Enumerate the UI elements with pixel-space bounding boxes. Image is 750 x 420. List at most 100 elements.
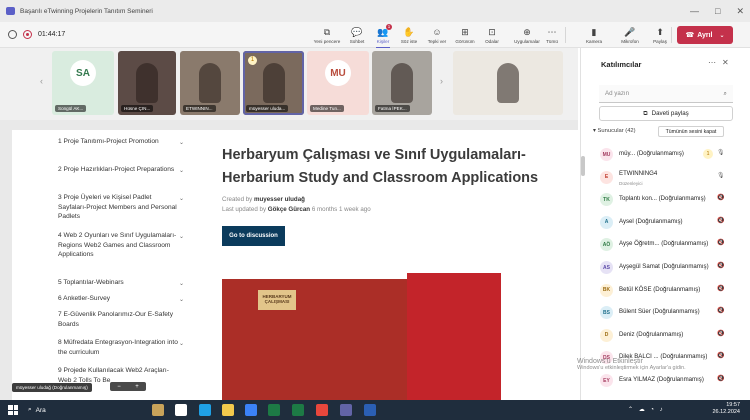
volume-icon[interactable]: ♪ <box>660 407 665 413</box>
presenters-section-header[interactable]: ▾ Sunucular (42) <box>593 128 636 134</box>
toc-item[interactable]: 1 Proje Tanıtımı-Project Promotion ⌄ <box>58 137 184 147</box>
participant-row[interactable]: TK Toplantı kon... (Doğrulanmamış) 🔇 <box>581 189 750 209</box>
apps-button[interactable]: ⊕ Uygulamalar <box>511 22 543 48</box>
zoom-controls[interactable]: − + <box>110 382 146 391</box>
view-button[interactable]: ⊞ Görünüm <box>453 22 477 48</box>
close-icon[interactable]: ✕ <box>722 58 729 67</box>
minimize-button[interactable]: — <box>690 6 699 16</box>
people-button[interactable]: 👥 Kişiler 1 <box>373 22 393 48</box>
excel2-icon[interactable] <box>292 404 304 416</box>
maximize-button[interactable]: □ <box>715 6 720 16</box>
participant-row[interactable]: BS Bülent Süer (Doğrulanmamış) 🔇 <box>581 302 750 322</box>
rooms-button[interactable]: ⊡ Odalar <box>481 22 503 48</box>
participant-row[interactable]: D Deniz (Doğrulanmamış) 🔇 <box>581 325 750 345</box>
react-button[interactable]: ☺ Tepki ver <box>425 22 449 48</box>
leave-button[interactable]: ☎ Ayrıl ⌄ <box>677 26 733 44</box>
chevron-right-icon[interactable]: › <box>440 76 443 86</box>
chevron-down-icon[interactable]: ⌄ <box>179 167 184 177</box>
toc-item[interactable]: 6 Anketler-Survey ⌄ <box>58 294 184 304</box>
avatar: BS <box>600 306 613 320</box>
recording-icon <box>23 30 32 39</box>
react-icon: ☺ <box>432 26 442 37</box>
raise-hand-button[interactable]: ✋ Söz iste <box>398 22 420 48</box>
participant-name: ETWINNING4 <box>619 169 658 177</box>
more-button[interactable]: ⋯ Tümü <box>544 22 560 48</box>
chevron-down-icon[interactable]: ⌄ <box>179 233 184 243</box>
share-button[interactable]: ⬆ Paylaş <box>650 22 670 48</box>
mute-all-button[interactable]: Tümünün sesini kapat <box>658 126 724 137</box>
toc-item[interactable]: 2 Proje Hazırlıkları-Project Preparation… <box>58 165 184 175</box>
toolbar-separator <box>565 27 566 43</box>
participant-video-tile[interactable]: 1 müyesser uluda... <box>243 51 304 115</box>
toc-item[interactable]: 7 E-Güvenlik Panolarımız-Our E-Safety Bo… <box>58 310 178 329</box>
word-icon[interactable] <box>364 404 376 416</box>
cloud-icon[interactable]: ☁ <box>639 407 647 413</box>
toc-item[interactable]: 4 Web 2 Oyunları ve Sınıf Uygulamaları-R… <box>58 231 184 260</box>
section-label: Sunucular (42) <box>597 128 636 134</box>
more-options-icon[interactable]: ⋯ <box>708 58 716 67</box>
go-to-discussion-button[interactable]: Go to discussion <box>222 226 285 246</box>
view-icon: ⊞ <box>461 26 469 37</box>
article-title-en: Herbarium Study and Classroom Applicatio… <box>222 170 539 186</box>
task-view-icon[interactable] <box>175 404 187 416</box>
camera-button[interactable]: ▮ Kamera <box>583 22 605 48</box>
participant-row[interactable]: E ETWINNING4 Düzenleyici 🎙 <box>581 167 750 187</box>
participant-video-tile[interactable]: Hüsne ÇIN... <box>118 51 176 115</box>
chevron-up-icon[interactable]: ⌃ <box>628 407 635 413</box>
zoom-out-icon[interactable]: − <box>117 384 121 390</box>
explorer-icon[interactable] <box>222 404 234 416</box>
toc-item[interactable]: 3 Proje Üyeleri ve Kişisel Padlet Sayfal… <box>58 193 184 222</box>
chat-button[interactable]: 💬 Sohbet <box>345 22 369 48</box>
mic-button[interactable]: 🎤 Mikrofon <box>618 22 642 48</box>
chevron-down-icon[interactable]: ⌄ <box>179 195 184 205</box>
news-widget-icon[interactable] <box>152 404 164 416</box>
chevron-down-icon[interactable]: ⌄ <box>179 280 184 290</box>
participant-row[interactable]: AS Ayşegül Samat (Doğrulanmamış) 🔇 <box>581 257 750 277</box>
participant-name: Toplantı kon... (Doğrulanmamış) <box>619 195 706 203</box>
store-icon[interactable] <box>245 404 257 416</box>
participant-video-tile[interactable]: SA Songül AK... <box>52 51 114 115</box>
participant-search-input[interactable]: Ad yazın ⌕ <box>599 85 733 103</box>
share-invite-button[interactable]: ⧉ Daveti paylaş <box>599 106 733 121</box>
chevron-down-icon[interactable]: ⌄ <box>179 139 184 149</box>
taskbar-search[interactable]: ⌕ Ara <box>28 403 108 417</box>
chevron-down-icon[interactable]: ⌄ <box>179 296 184 306</box>
toolbar-button-label: Uygulamalar <box>514 38 540 44</box>
participant-video-tile[interactable]: ETWINNIN... <box>180 51 240 115</box>
created-author[interactable]: muyesser uludağ <box>254 196 305 203</box>
excel-icon[interactable] <box>268 404 280 416</box>
chevron-left-icon[interactable]: ‹ <box>40 76 43 86</box>
toc-item[interactable]: 5 Toplantılar-Webinars ⌄ <box>58 278 184 288</box>
participant-row[interactable]: BK Betül KÖSE (Doğrulanmamış) 🔇 <box>581 280 750 300</box>
chrome-icon[interactable] <box>316 404 328 416</box>
clock[interactable]: 19:57 26.12.2024 <box>712 402 740 416</box>
system-tray[interactable]: ⌃ ☁ ◔ ♪ <box>628 406 665 413</box>
close-window-button[interactable]: ✕ <box>736 6 744 17</box>
participant-name: Medine Tun... <box>310 105 344 112</box>
avatar: MU <box>325 60 351 86</box>
toolbar-button-label: Görünüm <box>455 38 475 44</box>
edge-icon[interactable] <box>199 404 211 416</box>
participant-row[interactable]: AÖ Ayşe Öğretm... (Doğrulanmamış) 🔇 <box>581 234 750 254</box>
chevron-down-icon[interactable]: ⌄ <box>720 32 725 39</box>
shared-document: 1 Proje Tanıtımı-Project Promotion ⌄ 2 Pro… <box>12 130 578 400</box>
participant-video-tile[interactable]: Fatma İPEK... <box>372 51 432 115</box>
new-window-button[interactable]: ⧉ Yeni pencere <box>312 22 342 48</box>
participant-video-tile[interactable] <box>453 51 563 115</box>
toc-item[interactable]: 8 Müfredata Entegrasyon-Integration into… <box>58 338 184 357</box>
windows-start-icon[interactable] <box>8 405 18 415</box>
participant-row[interactable]: EY Esra YILMAZ (Doğrulanmamış) 🔇 <box>581 370 750 390</box>
window-controls: — □ ✕ <box>690 0 744 22</box>
wifi-icon[interactable]: ◔ <box>650 407 656 413</box>
chevron-down-icon[interactable]: ⌄ <box>179 340 184 350</box>
participant-row[interactable]: MU müy... (Doğrulanmamış) 1 🎙 <box>581 144 750 164</box>
presenter-name-tag: müyesser uludağ (Doğrulanmamış) <box>12 383 92 392</box>
zoom-in-icon[interactable]: + <box>135 384 139 390</box>
search-icon: ⌕ <box>28 406 32 413</box>
teams-icon[interactable] <box>340 404 352 416</box>
shared-screen: 1 Proje Tanıtımı-Project Promotion ⌄ 2 Pro… <box>0 120 578 400</box>
participant-video-tile[interactable]: MU Medine Tun... <box>307 51 369 115</box>
updated-author[interactable]: Gökçe Gürcan <box>268 206 310 213</box>
toc-item-label: 1 Proje Tanıtımı-Project Promotion <box>58 138 159 145</box>
participant-row[interactable]: A Aysel (Doğrulanmamış) 🔇 <box>581 212 750 232</box>
